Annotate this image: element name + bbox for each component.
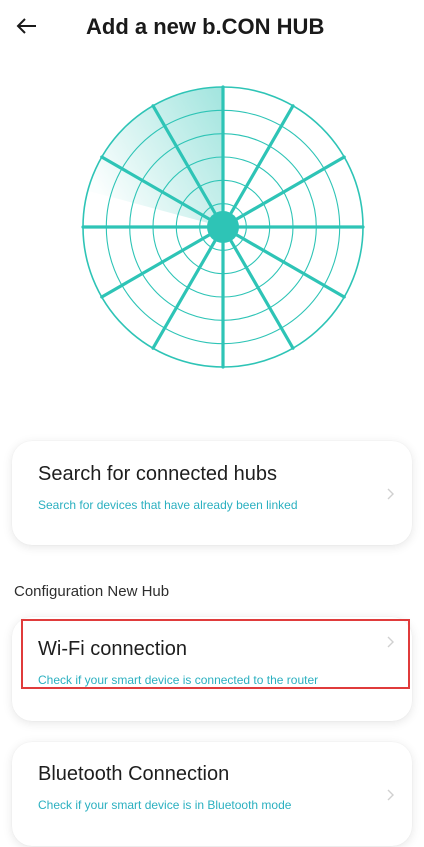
back-button[interactable] (6, 8, 46, 48)
radar-spoke (100, 232, 213, 299)
chevron-right-icon (384, 487, 398, 501)
chevron-right-icon (384, 788, 398, 802)
wifi-connection-subtitle: Check if your smart device is connected … (38, 673, 319, 687)
radar-spoke (233, 232, 346, 299)
wifi-connection-card[interactable]: Wi-Fi connection Check if your smart dev… (12, 617, 412, 721)
radar-spoke (228, 104, 295, 217)
search-connected-hubs-title: Search for connected hubs (38, 463, 278, 485)
search-connected-hubs-card[interactable]: Search for connected hubs Search for dev… (12, 441, 412, 545)
radar-scan-icon (79, 85, 367, 375)
wifi-connection-title: Wi-Fi connection (38, 638, 187, 660)
bluetooth-connection-title: Bluetooth Connection (38, 763, 230, 785)
search-connected-hubs-subtitle: Search for devices that have already bee… (38, 498, 298, 512)
section-label: Configuration New Hub (14, 583, 170, 600)
radar-center-dot (207, 211, 239, 243)
radar-spoke (228, 237, 295, 350)
app-header: Add a new b.CON HUB (0, 0, 424, 56)
radar-spoke (151, 237, 218, 350)
radar-spoke (233, 155, 346, 222)
page-title: Add a new b.CON HUB (86, 14, 325, 39)
bluetooth-connection-card[interactable]: Bluetooth Connection Check if your smart… (12, 742, 412, 846)
arrow-left-icon (15, 17, 37, 40)
chevron-right-icon (384, 635, 398, 649)
bluetooth-connection-subtitle: Check if your smart device is in Bluetoo… (38, 798, 292, 812)
